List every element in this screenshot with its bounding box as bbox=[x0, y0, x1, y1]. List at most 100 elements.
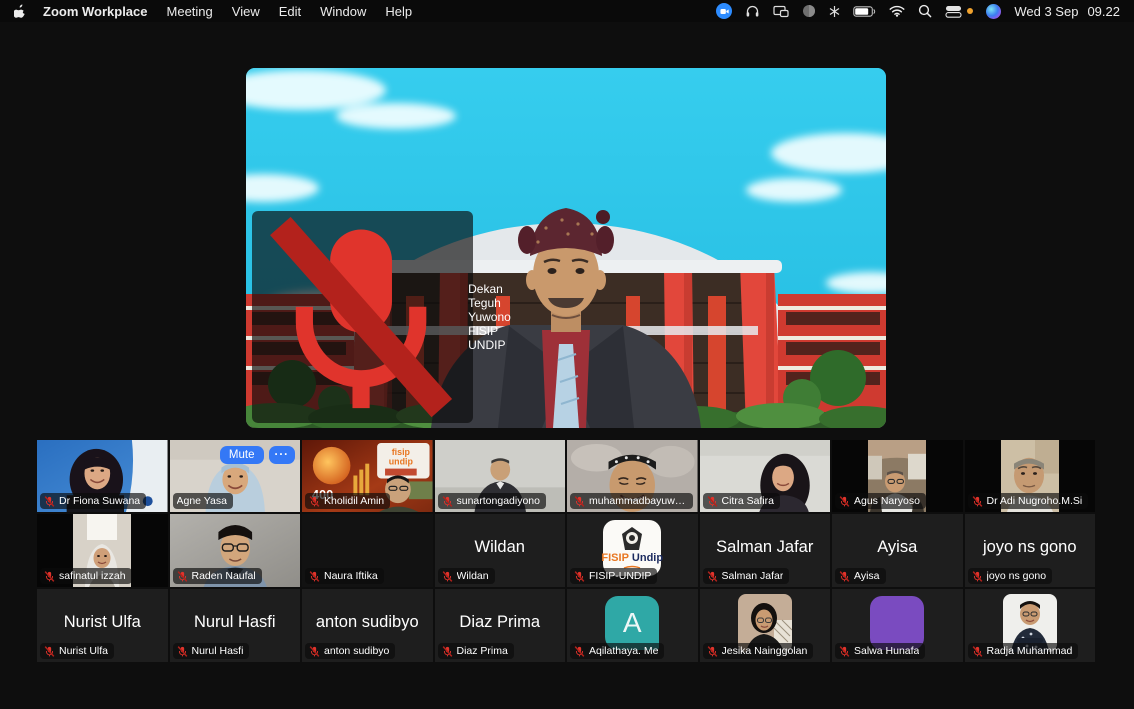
muted-mic-icon bbox=[309, 571, 320, 582]
poster-undip: undip bbox=[389, 457, 414, 467]
muted-mic-icon bbox=[707, 646, 718, 657]
participant-tile-radja[interactable]: Radja Muhammad bbox=[965, 589, 1096, 662]
participant-tile-citra[interactable]: Citra Safira bbox=[700, 440, 831, 512]
focus-icon[interactable] bbox=[802, 4, 816, 18]
menu-window[interactable]: Window bbox=[320, 4, 366, 19]
participant-tile-bayu[interactable]: muhammadbayuwidagdo bbox=[567, 440, 698, 512]
participant-name: joyo ns gono bbox=[987, 570, 1047, 582]
participant-tile-agus[interactable]: Agus Naryoso bbox=[832, 440, 963, 512]
muted-mic-icon bbox=[442, 646, 453, 657]
participant-name: Nurul Hasfi bbox=[192, 645, 244, 657]
desktop: Zoom Workplace Meeting View Edit Window … bbox=[0, 0, 1134, 709]
participant-name: Agne Yasa bbox=[177, 495, 227, 507]
participant-name: anton sudibyo bbox=[324, 645, 389, 657]
menu-help[interactable]: Help bbox=[385, 4, 412, 19]
participant-tile-fiona[interactable]: Dr Fiona Suwana bbox=[37, 440, 168, 512]
poster-fisip: fisip bbox=[392, 447, 411, 457]
menu-bar: Zoom Workplace Meeting View Edit Window … bbox=[0, 0, 1134, 22]
participant-name: FISIP-UNDIP bbox=[589, 570, 651, 582]
participant-name: Nurist Ulfa bbox=[59, 645, 108, 657]
muted-mic-icon bbox=[972, 646, 983, 657]
participant-tile-adi[interactable]: Dr Adi Nugroho.M.Si bbox=[965, 440, 1096, 512]
muted-mic-icon bbox=[574, 571, 585, 582]
apple-menu[interactable] bbox=[14, 4, 27, 19]
muted-mic-icon bbox=[442, 496, 453, 507]
status-dot bbox=[967, 8, 973, 14]
participant-tile-agne[interactable]: Mute ··· Agne Yasa bbox=[170, 440, 301, 512]
headphones-icon[interactable] bbox=[745, 4, 760, 19]
spotlight-search-icon[interactable] bbox=[918, 4, 932, 18]
battery-icon[interactable] bbox=[853, 6, 876, 17]
participant-name: Salman Jafar bbox=[722, 570, 784, 582]
menu-view[interactable]: View bbox=[232, 4, 260, 19]
participant-name: Wildan bbox=[457, 570, 489, 582]
participant-name: Raden Naufal bbox=[192, 570, 256, 582]
purple-avatar bbox=[870, 596, 924, 650]
participant-name: sunartongadiyono bbox=[457, 495, 540, 507]
muted-mic-icon bbox=[177, 646, 188, 657]
participant-tile-aqilathaya[interactable]: A Aqilathaya. Me bbox=[567, 589, 698, 662]
muted-mic-icon bbox=[258, 214, 464, 420]
participant-tile-naura[interactable]: Naura Iftika bbox=[302, 514, 433, 587]
muted-mic-icon bbox=[972, 496, 983, 507]
tile-hover-controls: Mute ··· bbox=[220, 446, 295, 464]
menu-bar-clock[interactable]: Wed 3 Sep 09.22 bbox=[1014, 4, 1120, 19]
participant-name: Naura Iftika bbox=[324, 570, 378, 582]
participant-name: Jesika Nainggolan bbox=[722, 645, 808, 657]
muted-mic-icon bbox=[972, 571, 983, 582]
muted-mic-icon bbox=[309, 496, 320, 507]
participant-tile-jesika[interactable]: Jesika Nainggolan bbox=[700, 589, 831, 662]
mute-button[interactable]: Mute bbox=[220, 446, 264, 464]
participant-name: muhammadbayuwidagdo bbox=[589, 495, 687, 507]
screen-mirroring-icon[interactable] bbox=[773, 5, 789, 18]
muted-mic-icon bbox=[707, 571, 718, 582]
menu-meeting[interactable]: Meeting bbox=[167, 4, 213, 19]
participant-name: Citra Safira bbox=[722, 495, 775, 507]
muted-mic-icon bbox=[574, 646, 585, 657]
participant-tile-ayisa[interactable]: Ayisa Ayisa bbox=[832, 514, 963, 587]
menu-zoom-workplace[interactable]: Zoom Workplace bbox=[43, 4, 148, 19]
participant-name: Salwa Hunafa bbox=[854, 645, 919, 657]
participant-tile-nurist[interactable]: Nurist Ulfa Nurist Ulfa bbox=[37, 589, 168, 662]
muted-mic-icon bbox=[44, 496, 55, 507]
participant-tile-sunarton[interactable]: sunartongadiyono bbox=[435, 440, 566, 512]
participant-tile-joyo[interactable]: joyo ns gono joyo ns gono bbox=[965, 514, 1096, 587]
participants-grid: Dr Fiona Suwana Mute ··· Agne Yasa bbox=[37, 440, 1095, 662]
displays-icon[interactable] bbox=[945, 5, 962, 18]
participant-tile-safinatul[interactable]: safinatul izzah bbox=[37, 514, 168, 587]
participant-name: Kholidil Amin bbox=[324, 495, 384, 507]
clock-time: 09.22 bbox=[1087, 4, 1120, 19]
speaker-nameplate: Dekan Teguh Yuwono FISIP UNDIP bbox=[252, 211, 473, 423]
muted-mic-icon bbox=[839, 496, 850, 507]
participant-tile-fisip-undip[interactable]: FISIP Undip FISIP-UNDIP bbox=[567, 514, 698, 587]
wifi-icon[interactable] bbox=[889, 5, 905, 17]
logo-fisip-text: FISIP bbox=[601, 553, 629, 564]
apple-icon bbox=[14, 4, 27, 19]
siri-icon[interactable] bbox=[986, 4, 1001, 19]
participant-name: Dr Fiona Suwana bbox=[59, 495, 140, 507]
participant-tile-wildan[interactable]: Wildan Wildan bbox=[435, 514, 566, 587]
participant-tile-anton[interactable]: anton sudibyo anton sudibyo bbox=[302, 589, 433, 662]
participant-tile-salwa[interactable]: Salwa Hunafa bbox=[832, 589, 963, 662]
logo-undip-text: Undip bbox=[632, 553, 663, 564]
zoom-app-icon[interactable] bbox=[716, 3, 732, 19]
participant-tile-raden[interactable]: Raden Naufal bbox=[170, 514, 301, 587]
muted-mic-icon bbox=[309, 646, 320, 657]
participant-name: Ayisa bbox=[854, 570, 880, 582]
speaker-name: Dekan Teguh Yuwono FISIP UNDIP bbox=[468, 282, 511, 352]
bluetooth-off-icon[interactable] bbox=[829, 5, 840, 18]
participant-tile-diaz[interactable]: Diaz Prima Diaz Prima bbox=[435, 589, 566, 662]
participant-name: Dr Adi Nugroho.M.Si bbox=[987, 495, 1083, 507]
muted-mic-icon bbox=[44, 571, 55, 582]
participant-tile-salman[interactable]: Salman Jafar Salman Jafar bbox=[700, 514, 831, 587]
muted-mic-icon bbox=[839, 571, 850, 582]
active-speaker-tile[interactable]: FAKULTAS ILMU SOSIAL DAN ILMU POLITIK bbox=[246, 68, 886, 428]
muted-mic-icon bbox=[839, 646, 850, 657]
participant-name: Radja Muhammad bbox=[987, 645, 1073, 657]
participant-name: safinatul izzah bbox=[59, 570, 126, 582]
menu-edit[interactable]: Edit bbox=[279, 4, 301, 19]
participant-tile-kholidil[interactable]: 400 fisip undip Kholidil Amin bbox=[302, 440, 433, 512]
undip-emblem-icon bbox=[620, 526, 644, 552]
participant-tile-nurul[interactable]: Nurul Hasfi Nurul Hasfi bbox=[170, 589, 301, 662]
more-options-button[interactable]: ··· bbox=[269, 446, 296, 464]
